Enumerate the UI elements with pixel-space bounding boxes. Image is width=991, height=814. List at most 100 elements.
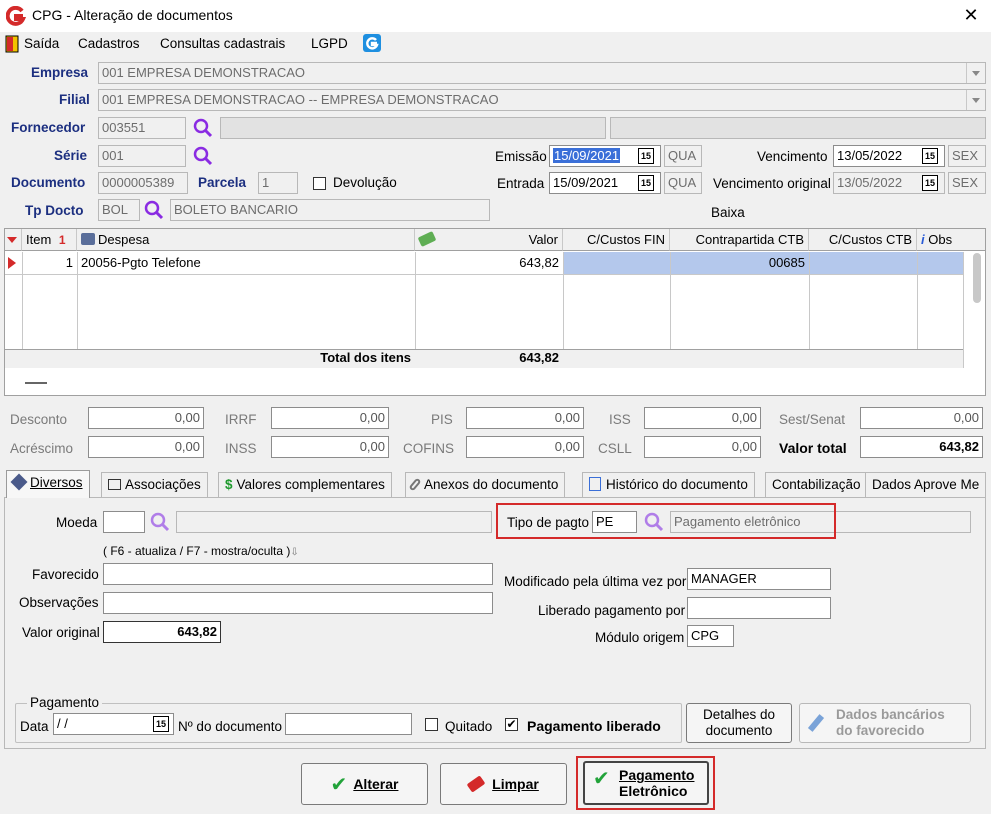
fornecedor-search-icon[interactable] [193, 118, 213, 138]
modificado-label: Modificado pela última vez por [504, 574, 687, 589]
col-despesa[interactable]: Despesa [77, 229, 415, 251]
acrescimo-label: Acréscimo [10, 441, 74, 456]
pis-label: PIS [431, 412, 453, 427]
inss-field[interactable]: 0,00 [271, 436, 389, 458]
menu-consultas-cadastrais[interactable]: Consultas cadastrais [160, 36, 285, 51]
ndoc-field[interactable] [285, 713, 412, 735]
paperclip-icon [408, 477, 422, 492]
menu-saida[interactable]: Saída [24, 36, 59, 51]
serie-label: Série [54, 148, 88, 163]
tab-diversos[interactable]: Diversos [6, 470, 90, 498]
tpdocto-label: Tp Docto [25, 203, 84, 218]
tab-valores-complementares[interactable]: $ Valores complementares [218, 472, 392, 498]
detalhes-line2: documento [705, 723, 773, 738]
iss-field[interactable]: 0,00 [644, 407, 761, 429]
alterar-button[interactable]: ✔ Alterar [301, 763, 428, 805]
exit-door-icon [5, 35, 19, 53]
modulo-label: Módulo origem [595, 630, 685, 645]
irrf-field[interactable]: 0,00 [271, 407, 389, 429]
close-icon[interactable]: ✕ [958, 2, 984, 28]
alterar-label: Alterar [353, 776, 399, 792]
grid-line [563, 252, 564, 349]
sort-down-icon [7, 237, 17, 243]
tab-diversos-label: Diversos [30, 475, 83, 490]
pagamento-liberado-checkbox[interactable]: ✔ [505, 718, 518, 731]
liberado-label: Liberado pagamento por [538, 603, 686, 618]
iss-label: ISS [609, 412, 631, 427]
pis-field[interactable]: 0,00 [466, 407, 584, 429]
detalhes-documento-button[interactable]: Detalhes do documento [686, 703, 792, 743]
grid-splitter[interactable] [25, 382, 47, 384]
row-despesa: 20056-Pgto Telefone [81, 255, 201, 270]
emissao-calendar-icon[interactable]: 15 [638, 148, 654, 164]
col-contrapartida[interactable]: Contrapartida CTB [670, 229, 809, 251]
dados-line1: Dados bancários [836, 707, 945, 722]
quitado-checkbox[interactable] [425, 718, 438, 731]
moeda-desc-field [176, 511, 492, 533]
desconto-label: Desconto [10, 412, 68, 427]
app-g-icon[interactable] [363, 34, 381, 52]
moeda-search-icon[interactable] [150, 512, 170, 532]
arrow-down-icon: ⇩ [290, 547, 299, 558]
filial-dropdown-icon[interactable] [966, 90, 984, 110]
grid-scrollbar[interactable] [973, 253, 981, 303]
baixa-label: Baixa [711, 205, 745, 220]
pagamento-calendar-icon[interactable]: 15 [153, 716, 169, 732]
total-label: Total dos itens [320, 350, 411, 365]
vencimento-calendar-icon[interactable]: 15 [922, 148, 938, 164]
vencimento-weekday: SEX [948, 145, 986, 167]
limpar-label: Limpar [492, 776, 539, 792]
tab-associacoes[interactable]: Associações [101, 472, 208, 498]
window-title: CPG - Alteração de documentos [32, 7, 233, 23]
tab-anexos[interactable]: Anexos do documento [405, 472, 566, 498]
favorecido-field[interactable] [103, 563, 493, 585]
tpdocto-desc-field: BOLETO BANCARIO [170, 199, 490, 221]
acrescimo-field[interactable]: 0,00 [88, 436, 204, 458]
menu-cadastros[interactable]: Cadastros [78, 36, 140, 51]
col-ccctb[interactable]: C/Custos CTB [809, 229, 917, 251]
devolucao-checkbox[interactable] [313, 177, 326, 190]
tpdocto-code-field[interactable]: BOL [98, 199, 140, 221]
empresa-dropdown-icon[interactable] [966, 63, 984, 83]
menu-lgpd[interactable]: LGPD [311, 36, 348, 51]
col-ccfin[interactable]: C/Custos FIN [563, 229, 670, 251]
dados-bancarios-button[interactable]: Dados bancários do favorecido [799, 703, 971, 743]
serie-field[interactable]: 001 [98, 145, 186, 167]
empresa-select[interactable]: 001 EMPRESA DEMONSTRACAO [98, 62, 986, 84]
valor-original-field: 643,82 [103, 621, 221, 643]
fornecedor-name-field-blurred [220, 117, 606, 139]
fornecedor-code-field[interactable]: 003551 [98, 117, 186, 139]
documento-label: Documento [11, 175, 86, 190]
valor-total-label: Valor total [779, 440, 847, 456]
serie-search-icon[interactable] [193, 146, 213, 166]
sest-field[interactable]: 0,00 [860, 407, 983, 429]
modulo-field: CPG [687, 625, 734, 647]
entrada-calendar-icon[interactable]: 15 [638, 175, 654, 191]
moeda-field[interactable] [103, 511, 145, 533]
cofins-field[interactable]: 0,00 [466, 436, 584, 458]
col-item[interactable]: Item 1 [22, 229, 77, 251]
limpar-button[interactable]: Limpar [440, 763, 567, 805]
items-grid[interactable]: Item 1 Despesa Valor C/Custos FIN Contra… [4, 228, 986, 396]
filial-select[interactable]: 001 EMPRESA DEMONSTRACAO -- EMPRESA DEMO… [98, 89, 986, 111]
desconto-field[interactable]: 0,00 [88, 407, 204, 429]
tab-contabilizacao[interactable]: Contabilização [765, 472, 868, 498]
csll-field[interactable]: 0,00 [644, 436, 761, 458]
tpdocto-search-icon[interactable] [144, 200, 164, 220]
col-valor[interactable]: Valor [415, 229, 563, 251]
documento-field[interactable]: 0000005389 [98, 172, 188, 194]
favorecido-label: Favorecido [32, 567, 99, 582]
fornecedor-label: Fornecedor [11, 120, 86, 135]
ndoc-label: Nº do documento [178, 719, 282, 734]
observacoes-field[interactable] [103, 592, 493, 614]
moeda-label: Moeda [56, 515, 98, 530]
tab-dados-aprove-me[interactable]: Dados Aprove Me [865, 472, 986, 498]
empresa-label: Empresa [31, 65, 89, 80]
parcela-field[interactable]: 1 [258, 172, 298, 194]
tab-historico[interactable]: Histórico do documento [582, 472, 755, 498]
refresh-hint-text: ( F6 - atualiza / F7 - mostra/oculta ) [103, 544, 291, 558]
col-obs[interactable]: i Obs [917, 229, 985, 251]
sest-label: Sest/Senat [779, 412, 846, 427]
grid-line [809, 252, 810, 349]
row-contrapartida: 00685 [768, 255, 805, 270]
